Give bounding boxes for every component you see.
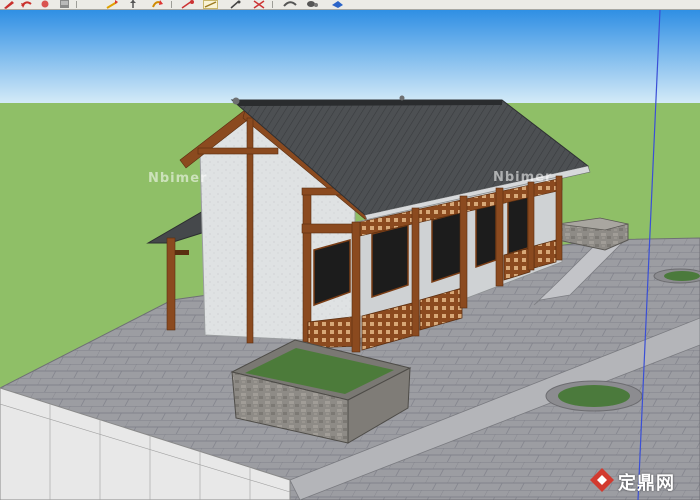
logo-text: 定鼎网 [618,473,675,494]
ridge-ornament-left [232,97,240,105]
watermark-right: Nbimer [493,170,553,185]
sky [0,10,700,105]
site-logo: 定鼎网 [588,466,698,496]
ridge-ornament-center [399,95,405,101]
watermark-center: Nbimer [148,171,208,186]
sketchup-window: Nbimer Nbimer 定鼎网 [0,0,700,500]
round-planter-front-grass [558,385,630,407]
round-planter-back-grass [664,271,700,281]
model-viewport[interactable]: Nbimer Nbimer 定鼎网 [0,9,700,500]
logo-mark-icon [590,468,614,492]
roof-ridge [232,100,502,106]
model-scene [0,9,700,500]
side-post [166,237,176,331]
